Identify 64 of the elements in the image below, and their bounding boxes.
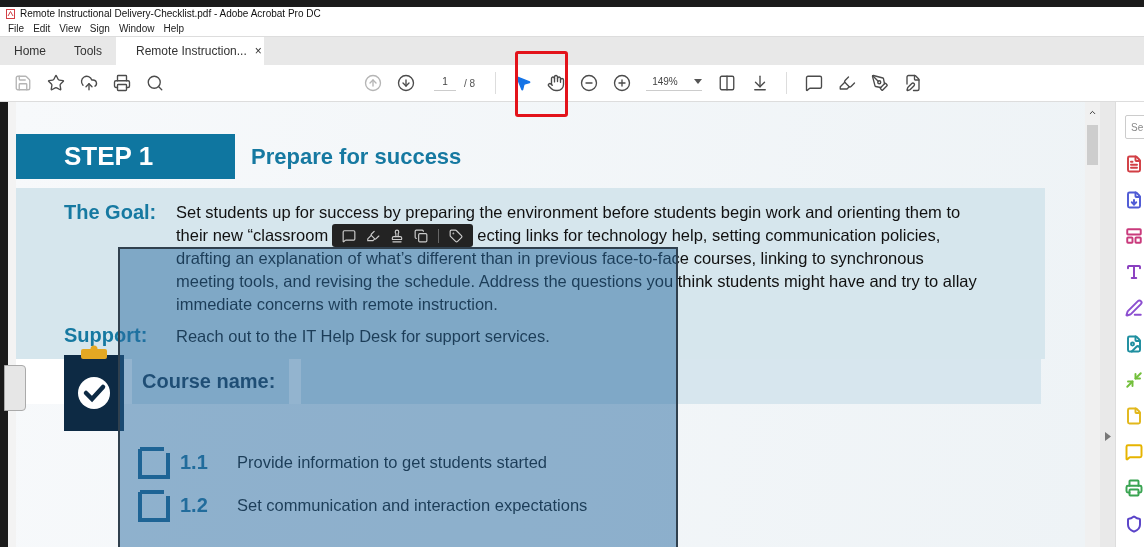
- menu-item[interactable]: View: [59, 22, 81, 34]
- text-icon[interactable]: [1125, 263, 1143, 281]
- file-icon[interactable]: [1125, 155, 1143, 173]
- checkbox[interactable]: [137, 488, 171, 523]
- course-name-label: Course name:: [132, 359, 290, 404]
- arrow-down-icon: [396, 74, 415, 92]
- scroll-up-icon[interactable]: [1088, 108, 1097, 117]
- course-name-field[interactable]: [301, 359, 1041, 404]
- highlight-frame: [515, 51, 568, 117]
- step-banner: STEP 1: [16, 134, 235, 179]
- menu-item[interactable]: Edit: [33, 22, 51, 34]
- item-text: Provide information to get students started: [237, 453, 547, 472]
- comment-icon: [804, 74, 823, 92]
- save-icon: [13, 74, 32, 92]
- star-icon: [46, 74, 65, 92]
- printer-icon: [112, 74, 131, 92]
- checkbox[interactable]: [137, 445, 171, 480]
- section-heading: Prepare for success: [251, 143, 462, 170]
- file-pen-icon: [903, 74, 922, 92]
- item-text: Set communication and interaction expectations: [237, 496, 588, 515]
- cloud-upload-icon: [79, 74, 98, 92]
- paragraph-line: their new “classroom: [176, 226, 329, 245]
- search-field[interactable]: Se: [1125, 115, 1144, 139]
- close-icon[interactable]: ×: [254, 44, 262, 58]
- file-down-icon[interactable]: [1125, 191, 1143, 209]
- copy-icon[interactable]: [414, 228, 429, 243]
- comment-icon[interactable]: [342, 228, 357, 243]
- printer-icon[interactable]: [1125, 479, 1143, 497]
- image-file-icon[interactable]: [1125, 335, 1143, 353]
- page-fit-icon: [717, 74, 736, 92]
- stamp-icon[interactable]: [390, 228, 405, 243]
- menu-item[interactable]: File: [8, 22, 25, 34]
- item-number: 1.1: [180, 451, 209, 474]
- arrow-up-icon: [363, 74, 382, 92]
- pen-icon: [870, 74, 889, 92]
- page-number-field[interactable]: 1: [434, 75, 456, 91]
- scrollbar-thumb[interactable]: [1087, 125, 1098, 165]
- zoom-field[interactable]: 149%: [646, 75, 703, 91]
- paragraph-line: immediate concerns with remote instruction.: [176, 295, 498, 314]
- caret-icon[interactable]: [694, 78, 703, 84]
- goal-label: The Goal:: [63, 201, 158, 225]
- paragraph-line: ecting links for technology help, setting communication policies,: [477, 226, 941, 245]
- menu-item[interactable]: Window: [118, 22, 155, 34]
- shield-icon[interactable]: [1125, 515, 1143, 533]
- paragraph-line: meeting tools, and revising the schedule. Address the questions you think students might have and try to allay: [176, 272, 977, 291]
- hand-icon: [546, 74, 565, 92]
- tab[interactable]: Remote Instruction... ×: [116, 37, 265, 65]
- panel-handle[interactable]: [4, 365, 26, 411]
- zoom-out-icon: [579, 74, 598, 92]
- search-icon: [145, 74, 164, 92]
- expand-icon[interactable]: [1104, 432, 1111, 441]
- support-text: Reach out to the IT Help Desk for support services.: [176, 326, 551, 347]
- tag-icon[interactable]: [449, 228, 464, 243]
- highlighter-icon: [837, 74, 856, 92]
- menu-item[interactable]: Sign: [89, 22, 110, 34]
- highlighter-icon[interactable]: [366, 228, 381, 243]
- layout-icon[interactable]: [1125, 227, 1143, 245]
- zoom-in-icon: [612, 74, 631, 92]
- item-number: 1.2: [180, 494, 209, 517]
- menu-item[interactable]: Help: [163, 22, 185, 34]
- pen-icon[interactable]: [1125, 299, 1143, 317]
- paragraph-line: Set students up for success by preparing the environment before students begin work and orienting them to: [176, 203, 961, 222]
- page-count: / 8: [464, 77, 476, 89]
- window-title: Remote Instructional Delivery-Checklist.pdf - Adobe Acrobat Pro DC: [20, 8, 321, 19]
